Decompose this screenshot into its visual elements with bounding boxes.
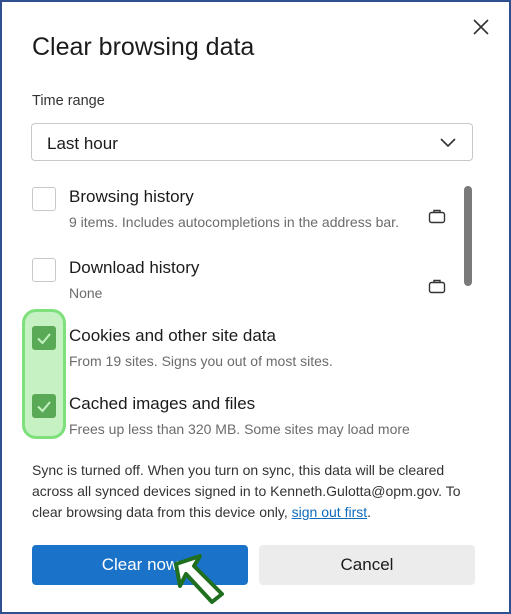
clear-now-button[interactable]: Clear now	[32, 545, 248, 585]
chevron-down-icon	[440, 138, 456, 148]
dialog-title: Clear browsing data	[32, 33, 255, 61]
scrollbar-thumb[interactable]	[464, 186, 472, 286]
close-button[interactable]	[468, 14, 494, 40]
download-history-checkbox[interactable]	[32, 258, 56, 282]
time-range-select[interactable]: Last hour	[31, 123, 473, 161]
sign-out-first-link[interactable]: sign out first	[292, 504, 367, 520]
checkmark-icon	[37, 401, 51, 413]
item-title: Cached images and files	[69, 394, 256, 413]
briefcase-icon	[428, 209, 446, 224]
cached-images-checkbox[interactable]	[32, 394, 56, 418]
cookies-checkbox[interactable]	[32, 326, 56, 350]
sync-notice: Sync is turned off. When you turn on syn…	[32, 460, 482, 523]
cancel-button[interactable]: Cancel	[259, 545, 475, 585]
sync-notice-suffix: .	[367, 504, 372, 520]
item-title: Cookies and other site data	[69, 326, 276, 345]
item-title: Download history	[69, 258, 200, 277]
close-icon	[473, 19, 489, 35]
item-description: From 19 sites. Signs you out of most sit…	[69, 353, 333, 369]
item-title: Browsing history	[69, 187, 194, 206]
item-description: Frees up less than 320 MB. Some sites ma…	[69, 421, 410, 437]
time-range-label: Time range	[32, 93, 105, 109]
time-range-value: Last hour	[47, 134, 118, 153]
checkmark-icon	[37, 333, 51, 345]
browsing-history-checkbox[interactable]	[32, 187, 56, 211]
sync-notice-text: Sync is turned off. When you turn on syn…	[32, 462, 461, 520]
item-description: None	[69, 285, 103, 301]
item-description: 9 items. Includes autocompletions in the…	[69, 214, 399, 230]
briefcase-icon	[428, 279, 446, 294]
